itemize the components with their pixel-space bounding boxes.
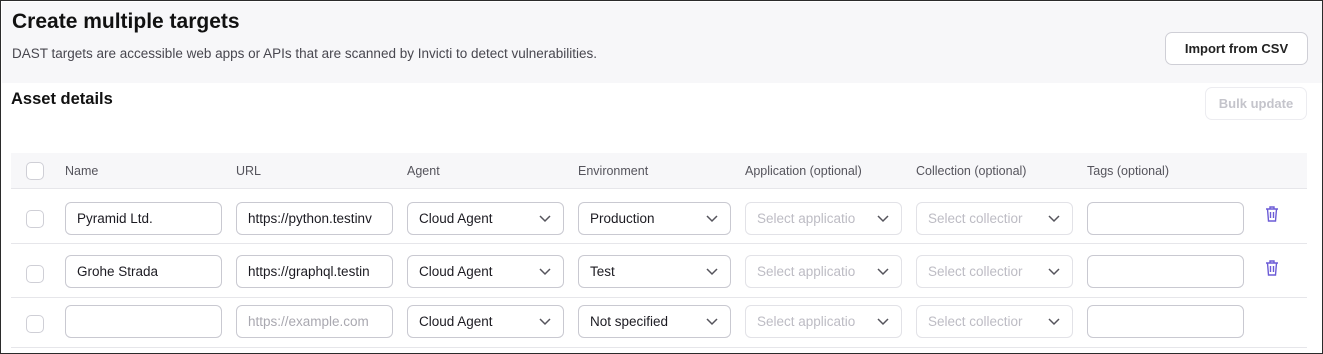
column-header-agent: Agent xyxy=(407,164,440,178)
collection-select-placeholder: Select collectior xyxy=(928,211,1023,226)
column-header-application: Application (optional) xyxy=(745,164,862,178)
application-select[interactable]: Select applicatio xyxy=(745,305,902,338)
application-select-placeholder: Select applicatio xyxy=(757,264,856,279)
url-input[interactable]: https://example.com xyxy=(236,305,393,338)
agent-select[interactable]: Cloud Agent xyxy=(407,255,564,288)
import-csv-button[interactable]: Import from CSV xyxy=(1165,32,1308,65)
column-header-url: URL xyxy=(236,164,262,178)
row-checkbox[interactable] xyxy=(26,265,44,283)
chevron-down-icon xyxy=(706,318,718,326)
collection-select[interactable]: Select collectior xyxy=(916,202,1073,235)
trash-icon[interactable] xyxy=(1264,259,1280,277)
environment-select-value: Not specified xyxy=(590,314,669,329)
environment-select[interactable]: Production xyxy=(578,202,731,235)
table-row: https://example.com Cloud Agent Not spec… xyxy=(11,298,1307,348)
application-select[interactable]: Select applicatio xyxy=(745,255,902,288)
column-header-name: Name xyxy=(65,164,99,178)
chevron-down-icon xyxy=(877,268,889,276)
table-row: Pyramid Ltd. https://python.testinv Clou… xyxy=(11,190,1307,244)
collection-select-placeholder: Select collectior xyxy=(928,264,1023,279)
column-header-collection: Collection (optional) xyxy=(916,164,1027,178)
environment-select-value: Production xyxy=(590,211,655,226)
environment-select[interactable]: Not specified xyxy=(578,305,731,338)
chevron-down-icon xyxy=(1048,215,1060,223)
application-select-placeholder: Select applicatio xyxy=(757,314,856,329)
select-all-checkbox[interactable] xyxy=(26,162,44,180)
page-header: Create multiple targets DAST targets are… xyxy=(2,2,1322,83)
agent-select-value: Cloud Agent xyxy=(419,211,493,226)
name-input[interactable]: Grohe Strada xyxy=(65,255,222,288)
environment-select-value: Test xyxy=(590,264,615,279)
page-subtitle: DAST targets are accessible web apps or … xyxy=(12,46,598,61)
collection-select[interactable]: Select collectior xyxy=(916,255,1073,288)
agent-select[interactable]: Cloud Agent xyxy=(407,202,564,235)
chevron-down-icon xyxy=(1048,318,1060,326)
bulk-update-button[interactable]: Bulk update xyxy=(1205,87,1307,120)
page-title: Create multiple targets xyxy=(12,10,240,33)
chevron-down-icon xyxy=(706,215,718,223)
application-select[interactable]: Select applicatio xyxy=(745,202,902,235)
agent-select-value: Cloud Agent xyxy=(419,314,493,329)
chevron-down-icon xyxy=(1048,268,1060,276)
column-header-tags: Tags (optional) xyxy=(1087,164,1169,178)
chevron-down-icon xyxy=(877,215,889,223)
name-input[interactable]: Pyramid Ltd. xyxy=(65,202,222,235)
table-header: Name URL Agent Environment Application (… xyxy=(11,153,1307,189)
url-input[interactable]: https://python.testinv xyxy=(236,202,393,235)
row-checkbox[interactable] xyxy=(26,315,44,333)
table-row: Grohe Strada https://graphql.testin Clou… xyxy=(11,244,1307,298)
row-checkbox[interactable] xyxy=(26,210,44,228)
chevron-down-icon xyxy=(539,215,551,223)
agent-select-value: Cloud Agent xyxy=(419,264,493,279)
environment-select[interactable]: Test xyxy=(578,255,731,288)
tags-input[interactable] xyxy=(1087,305,1244,338)
chevron-down-icon xyxy=(877,318,889,326)
collection-select[interactable]: Select collectior xyxy=(916,305,1073,338)
column-header-environment: Environment xyxy=(578,164,649,178)
trash-icon[interactable] xyxy=(1264,205,1280,223)
collection-select-placeholder: Select collectior xyxy=(928,314,1023,329)
section-title: Asset details xyxy=(11,90,113,108)
chevron-down-icon xyxy=(539,318,551,326)
chevron-down-icon xyxy=(706,268,718,276)
create-targets-panel: Create multiple targets DAST targets are… xyxy=(0,0,1323,354)
agent-select[interactable]: Cloud Agent xyxy=(407,305,564,338)
tags-input[interactable] xyxy=(1087,202,1244,235)
name-input[interactable] xyxy=(65,305,222,338)
application-select-placeholder: Select applicatio xyxy=(757,211,856,226)
chevron-down-icon xyxy=(539,268,551,276)
url-input[interactable]: https://graphql.testin xyxy=(236,255,393,288)
tags-input[interactable] xyxy=(1087,255,1244,288)
